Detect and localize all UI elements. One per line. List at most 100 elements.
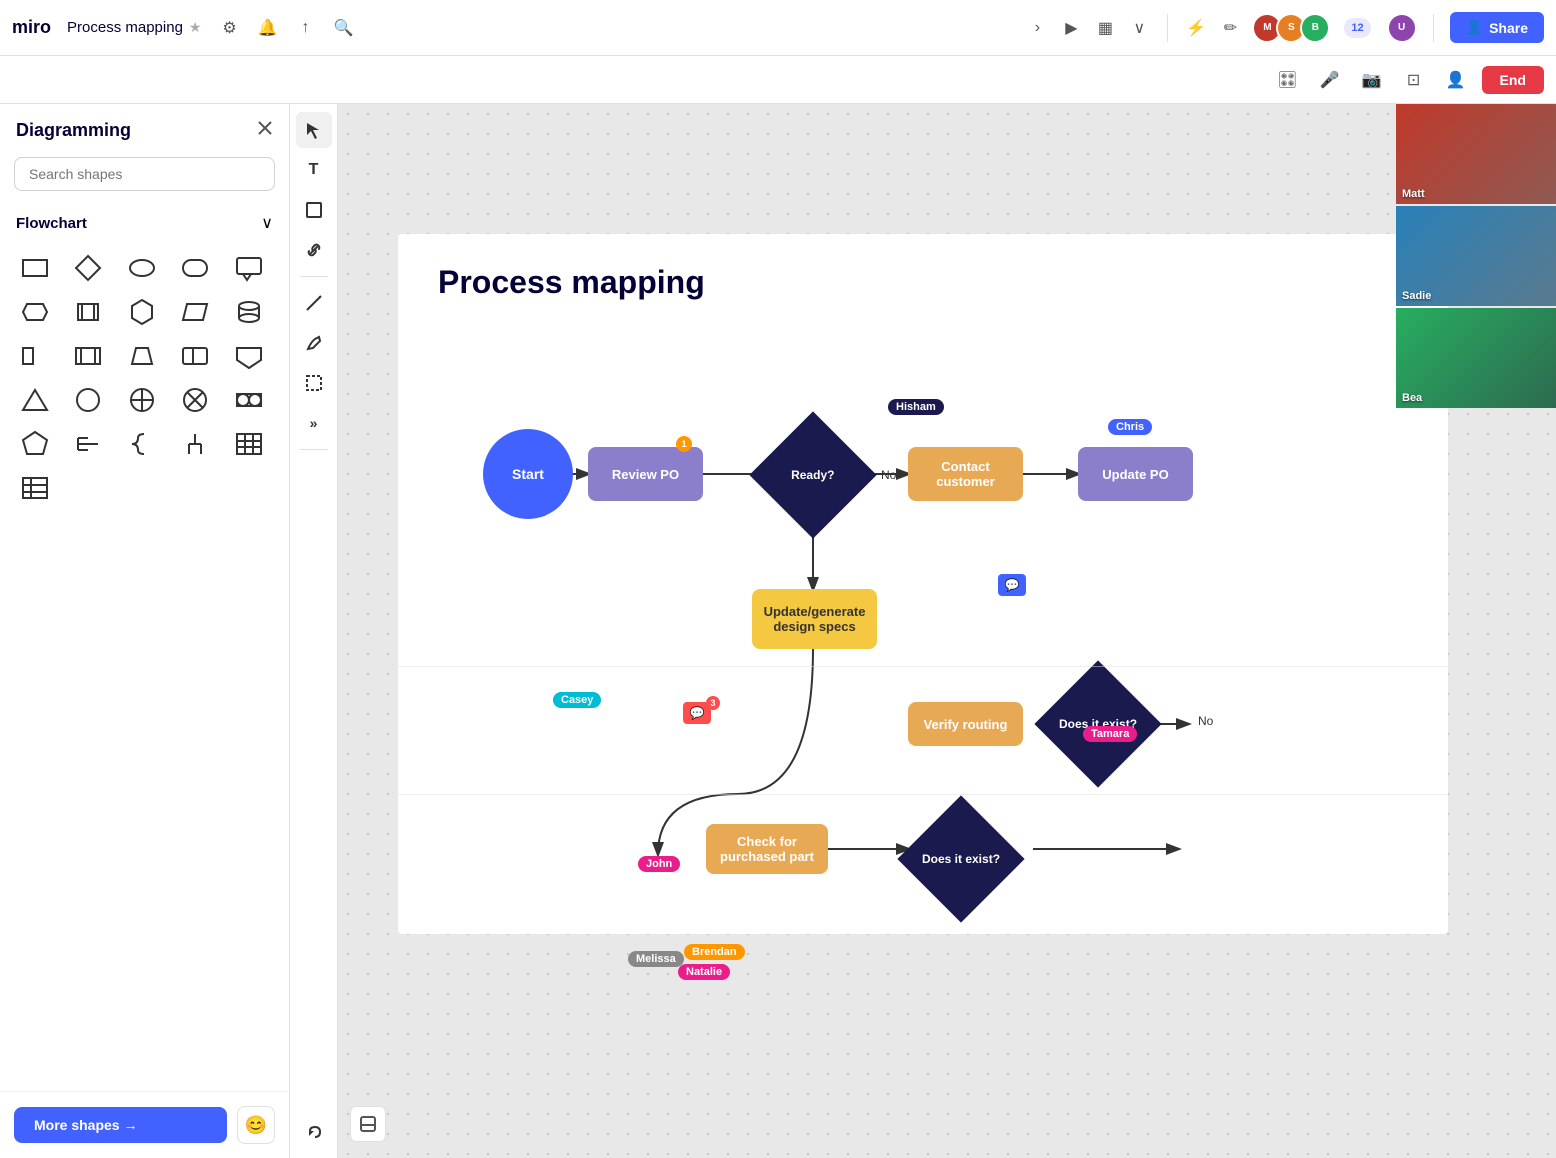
link-tool[interactable] [296,232,332,268]
tune-icon[interactable]: 🎛 [1272,64,1304,96]
node-contact-customer[interactable]: Contact customer [908,447,1023,501]
shape-pentagon[interactable] [14,425,56,463]
cursor-casey: Casey [553,692,601,708]
node-does-it-exist-1[interactable]: Does it exist? [1034,660,1161,787]
mic-icon[interactable]: 🎤 [1314,64,1346,96]
shape-io[interactable] [14,337,56,375]
end-button[interactable]: End [1482,66,1544,94]
share-screen-icon[interactable]: ⊡ [1398,64,1430,96]
cursor-hisham: Hisham [888,399,944,415]
more-shapes-button[interactable]: More shapes → [14,1107,227,1143]
canvas-area[interactable]: Process mapping [338,104,1556,1158]
node-start[interactable]: Start [483,429,573,519]
board-title-text: Process mapping [67,19,183,36]
shape-list-branch[interactable] [67,425,109,463]
shape-diamond[interactable] [67,249,109,287]
sticky-note-tool[interactable] [296,192,332,228]
person-icon[interactable]: 👤 [1440,64,1472,96]
node-does-it-exist-2[interactable]: Does it exist? [897,795,1024,922]
star-icon[interactable]: ★ [189,19,202,36]
shape-parallelogram[interactable] [174,293,216,331]
node-ready-label: Ready? [791,468,834,482]
comment-badge: 3 [706,696,720,710]
shape-display[interactable] [14,293,56,331]
node-check-purchased-label: Check for purchased part [714,834,820,864]
no-label-1: No [881,468,896,482]
shape-stadium[interactable] [228,381,270,419]
node-review-po[interactable]: Review PO [588,447,703,501]
text-tool[interactable]: T [296,152,332,188]
node-start-label: Start [512,466,544,482]
settings-icon[interactable]: ⚙ [217,16,241,40]
cursor-john: John [638,856,680,872]
shape-triangle[interactable] [14,381,56,419]
diagram-canvas: Process mapping [398,234,1448,934]
grid-icon[interactable]: ▦ [1093,16,1117,40]
review-po-badge: 1 [676,436,692,452]
chevron-down-icon[interactable]: ∨ [1127,16,1151,40]
shape-circle-cross[interactable] [121,381,163,419]
select-tool[interactable] [296,112,332,148]
diagram-title: Process mapping [438,264,705,301]
close-icon[interactable] [257,120,273,141]
flowchart-section-header[interactable]: Flowchart ∨ [0,205,289,241]
separator-h2 [398,794,1448,795]
share-label: Share [1489,20,1528,36]
frame-tool[interactable] [296,365,332,401]
shape-trapezoid[interactable] [121,337,163,375]
shape-predefined[interactable] [174,337,216,375]
shape-brace[interactable] [121,425,163,463]
shape-grid-table[interactable] [14,469,56,507]
line-tool[interactable] [296,285,332,321]
more-tools[interactable]: » [296,405,332,441]
top-bar: miro Process mapping ★ ⚙ 🔔 ↑ 🔍 › ▶ ▦ ∨ ⚡… [0,0,1556,56]
sidebar-title: Diagramming [16,120,131,141]
search-input[interactable] [14,157,275,191]
search-icon[interactable]: 🔍 [331,16,355,40]
node-ready[interactable]: Ready? [749,411,876,538]
undo-button[interactable] [296,1114,332,1150]
node-does-it-exist-2-label: Does it exist? [922,852,1000,866]
avatar-count[interactable]: 12 [1344,18,1370,38]
node-review-po-label: Review PO [612,467,679,482]
shape-table[interactable] [228,425,270,463]
cursor-brendan: Brendan [684,944,745,960]
emoji-button[interactable]: 😊 [237,1106,275,1144]
shape-tree[interactable] [174,425,216,463]
bell-icon[interactable]: 🔔 [255,16,279,40]
node-design-specs-label: Update/generate design specs [760,604,869,634]
top-bar-icons: ⚙ 🔔 ↑ 🔍 [217,16,355,40]
filter-icon[interactable]: ⚡ [1184,16,1208,40]
comment-bubble-1[interactable]: 💬 [998,574,1026,596]
shape-hexagon[interactable] [121,293,163,331]
pen-icon[interactable]: ✏ [1218,16,1242,40]
present-icon[interactable]: ▶ [1059,16,1083,40]
share-button[interactable]: 👤 Share [1450,12,1544,43]
node-verify-routing[interactable]: Verify routing [908,702,1023,746]
node-update-po[interactable]: Update PO [1078,447,1193,501]
video-icon[interactable]: 📷 [1356,64,1388,96]
shape-process[interactable] [67,293,109,331]
shape-tape[interactable] [174,249,216,287]
board-title: Process mapping ★ [67,19,201,36]
shape-callout[interactable] [228,249,270,287]
shape-rectangle[interactable] [14,249,56,287]
no-label-2: No [1198,714,1213,728]
shape-circle-x[interactable] [174,381,216,419]
upload-icon[interactable]: ↑ [293,16,317,40]
separator-h1 [398,666,1448,667]
video-name-bea: Bea [1402,392,1422,404]
shape-offpage[interactable] [228,337,270,375]
chevron-right-icon[interactable]: › [1025,16,1049,40]
node-check-purchased[interactable]: Check for purchased part [706,824,828,874]
shape-circle[interactable] [67,381,109,419]
panel-toggle-button[interactable] [350,1106,386,1142]
pen-tool[interactable] [296,325,332,361]
node-design-specs[interactable]: Update/generate design specs [752,589,877,649]
shape-oval[interactable] [121,249,163,287]
shape-loop[interactable] [67,337,109,375]
avatar-current-user: U [1387,13,1417,43]
tool-strip: T » [290,104,338,1158]
main-layout: Diagramming Flowchart ∨ [0,104,1556,1158]
shape-cylinder[interactable] [228,293,270,331]
